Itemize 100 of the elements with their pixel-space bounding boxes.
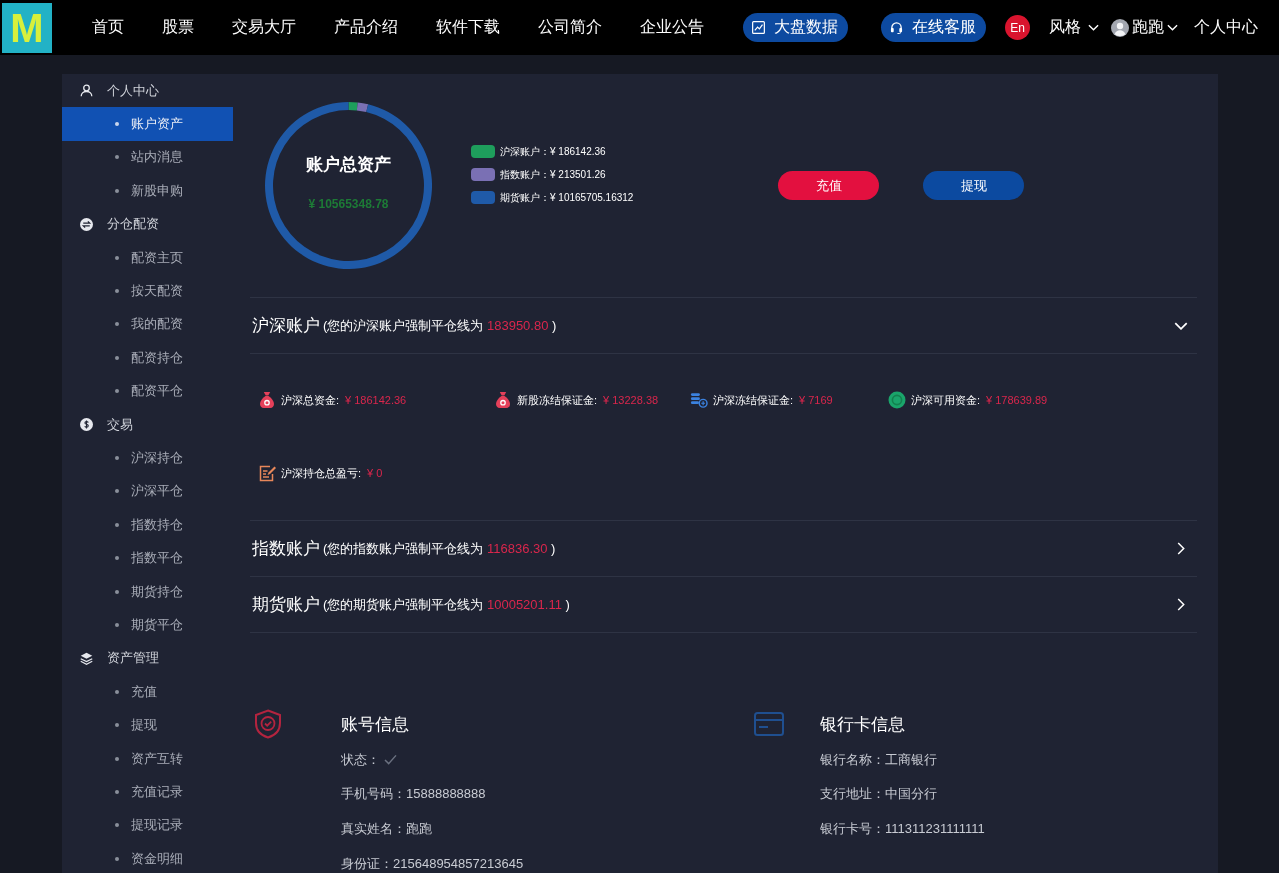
stat-label: 沪深持仓总盈亏: bbox=[281, 465, 362, 481]
chart-icon bbox=[752, 21, 765, 34]
sidebar-group[interactable]: 资产管理 bbox=[62, 641, 233, 676]
legend-label: 沪深账户：¥ 186142.36 bbox=[500, 144, 606, 159]
bullet-icon bbox=[115, 522, 119, 527]
stat-label: 沪深可用资金: bbox=[911, 392, 981, 408]
field-label: 真实姓名： bbox=[341, 821, 406, 837]
bullet-icon bbox=[115, 689, 119, 694]
sidebar-item[interactable]: 配资持仓 bbox=[62, 341, 233, 375]
section-title: 银行卡信息 bbox=[820, 714, 906, 736]
nav-link[interactable]: 公司简介 bbox=[538, 17, 602, 38]
stat-value: ¥ 186142.36 bbox=[345, 394, 407, 406]
sidebar-item[interactable]: 配资平仓 bbox=[62, 374, 233, 408]
sidebar-group[interactable]: 交易 bbox=[62, 407, 233, 442]
sidebar-item[interactable]: 沪深平仓 bbox=[62, 474, 233, 509]
account-header[interactable]: 指数账户 (您的指数账户强制平仓线为 116836.30 ) bbox=[250, 521, 1197, 577]
liquidation-note: (您的沪深账户强制平仓线为 183950.80 ) bbox=[323, 316, 557, 335]
bullet-icon bbox=[115, 456, 119, 460]
chevron-down-icon bbox=[1088, 24, 1099, 31]
layers-icon bbox=[80, 651, 93, 665]
chevron-down-icon bbox=[1167, 24, 1178, 31]
stat-value: ¥ 13228.38 bbox=[603, 394, 659, 406]
bullet-icon bbox=[115, 856, 119, 861]
shield-check-icon bbox=[253, 709, 283, 739]
sidebar-item[interactable]: 资金明细 bbox=[62, 842, 233, 873]
sidebar-item[interactable]: 提现 bbox=[62, 708, 233, 742]
bullet-icon bbox=[115, 622, 119, 627]
language-button[interactable]: En bbox=[1005, 15, 1030, 40]
account-header[interactable]: 沪深账户 (您的沪深账户强制平仓线为 183950.80 ) bbox=[250, 298, 1197, 354]
bullet-icon bbox=[115, 756, 119, 761]
nav-link[interactable]: 软件下载 bbox=[436, 17, 500, 38]
deposit-button[interactable]: 充值 bbox=[778, 171, 879, 200]
stat-value: ¥ 7169 bbox=[799, 394, 833, 406]
sidebar-item[interactable]: 站内消息 bbox=[62, 140, 233, 175]
liquidation-note: (您的指数账户强制平仓线为 116836.30 ) bbox=[323, 539, 556, 558]
nav-link[interactable]: 个人中心 bbox=[1194, 17, 1258, 38]
bullet-icon bbox=[115, 322, 119, 327]
sidebar-item[interactable]: 按天配资 bbox=[62, 274, 233, 308]
bullet-icon bbox=[115, 589, 119, 594]
sidebar-item[interactable]: 指数平仓 bbox=[62, 541, 233, 575]
stat-label: 新股冻结保证金: bbox=[517, 392, 598, 408]
bullet-icon bbox=[115, 255, 119, 260]
style-menu[interactable]: 风格 bbox=[1049, 17, 1099, 38]
liquidation-note: (您的期货账户强制平仓线为 10005201.11 ) bbox=[323, 595, 570, 614]
sidebar-item[interactable]: 期货持仓 bbox=[62, 574, 233, 609]
nav-link[interactable]: 企业公告 bbox=[640, 17, 704, 38]
note-icon bbox=[258, 464, 276, 482]
user-menu[interactable]: 跑跑 bbox=[1111, 17, 1178, 38]
headset-icon bbox=[890, 21, 903, 34]
nav-link[interactable]: 产品介绍 bbox=[334, 17, 398, 38]
bullet-icon bbox=[115, 556, 119, 561]
bullet-icon bbox=[115, 489, 119, 494]
field-value: 跑跑 bbox=[406, 821, 432, 837]
field-label: 身份证： bbox=[341, 855, 393, 871]
sidebar-item[interactable]: 期货平仓 bbox=[62, 608, 233, 642]
sidebar-item[interactable]: 指数持仓 bbox=[62, 508, 233, 542]
sidebar-item[interactable]: 提现记录 bbox=[62, 808, 233, 842]
exchange-icon bbox=[80, 217, 93, 231]
coins-icon bbox=[690, 391, 708, 409]
nav-link[interactable]: 首页 bbox=[92, 17, 124, 38]
field-value: 15888888888 bbox=[406, 786, 486, 802]
account-title: 期货账户 bbox=[252, 594, 320, 616]
account-title: 指数账户 bbox=[252, 538, 320, 560]
sidebar-group[interactable]: 个人中心 bbox=[62, 74, 233, 108]
bullet-icon bbox=[115, 122, 119, 127]
nav-button[interactable]: 大盘数据 bbox=[743, 13, 848, 42]
sidebar-item[interactable]: 配资主页 bbox=[62, 240, 233, 275]
donut-title: 账户总资产 bbox=[306, 153, 391, 176]
stat-value: ¥ 178639.89 bbox=[986, 394, 1048, 406]
sidebar-group[interactable]: 分仓配资 bbox=[62, 207, 233, 241]
nav-button[interactable]: 在线客服 bbox=[881, 13, 986, 42]
legend-label: 指数账户：¥ 213501.26 bbox=[500, 167, 606, 182]
sidebar-item[interactable]: 充值 bbox=[62, 675, 233, 709]
stat-value: ¥ 0 bbox=[367, 467, 383, 479]
withdraw-button[interactable]: 提现 bbox=[923, 171, 1024, 200]
sidebar-item[interactable]: 资产互转 bbox=[62, 741, 233, 776]
account-header[interactable]: 期货账户 (您的期货账户强制平仓线为 10005201.11 ) bbox=[250, 577, 1197, 633]
nav-link[interactable]: 股票 bbox=[162, 17, 194, 38]
sidebar-item[interactable]: 新股申购 bbox=[62, 174, 233, 208]
field-value: 111311231111111 bbox=[885, 821, 985, 837]
sidebar-item[interactable]: 账户资产 bbox=[62, 107, 233, 141]
field-label: 银行名称： bbox=[820, 751, 885, 767]
avatar-icon bbox=[1111, 18, 1129, 37]
card-icon bbox=[754, 712, 784, 736]
account-title: 沪深账户 bbox=[252, 315, 320, 337]
nav-link[interactable]: 交易大厅 bbox=[232, 17, 296, 38]
sidebar-item[interactable]: 充值记录 bbox=[62, 775, 233, 809]
bullet-icon bbox=[115, 355, 119, 360]
stat-label: 沪深总资金: bbox=[281, 392, 340, 408]
sidebar-item[interactable]: 我的配资 bbox=[62, 307, 233, 342]
field-label: 手机号码： bbox=[341, 786, 406, 802]
field-value: 工商银行 bbox=[885, 751, 937, 767]
field-label: 支行地址： bbox=[820, 786, 885, 802]
stat-label: 沪深冻结保证金: bbox=[713, 392, 794, 408]
dollar-circle-icon bbox=[80, 418, 93, 432]
money-bag-icon bbox=[258, 391, 276, 409]
donut-total: ¥ 10565348.78 bbox=[308, 195, 389, 212]
sidebar-item[interactable]: 沪深持仓 bbox=[62, 441, 233, 475]
coin-icon bbox=[888, 391, 906, 409]
bullet-icon bbox=[115, 289, 119, 294]
